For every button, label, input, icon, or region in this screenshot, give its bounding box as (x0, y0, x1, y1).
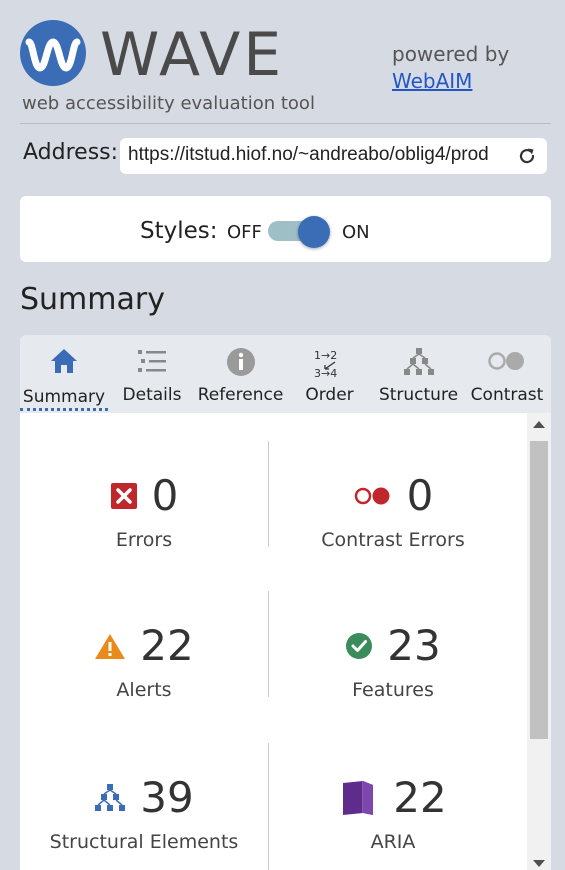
alerts-label: Alerts (116, 679, 172, 701)
summary-content: 0 Errors 0 Contrast Errors 22 Alerts 23 … (20, 413, 527, 870)
tab-label: Order (305, 385, 354, 405)
contrast-errors-label: Contrast Errors (321, 529, 465, 551)
contrast-icon (488, 352, 524, 370)
structure-icon (95, 784, 126, 811)
header-divider (20, 123, 551, 124)
tab-label: Summary (20, 387, 108, 411)
tab-label: Reference (197, 385, 284, 405)
scroll-down-arrow-icon[interactable] (533, 860, 545, 867)
logo-text: WAVE (100, 20, 285, 90)
structural-stat[interactable]: 39 Structural Elements (20, 773, 268, 853)
content-scrollbar[interactable] (527, 413, 551, 870)
tab-contrast[interactable]: Contrast (463, 335, 551, 413)
address-label: Address: (23, 140, 119, 165)
features-stat[interactable]: 23 Features (269, 621, 517, 701)
contrast-errors-count: 0 (406, 471, 434, 520)
styles-toggle-knob[interactable] (298, 216, 330, 248)
powered-by-text: powered by (392, 42, 510, 66)
home-icon (51, 349, 77, 373)
tab-summary[interactable]: Summary (20, 335, 108, 413)
tab-reference[interactable]: Reference (196, 335, 285, 413)
scroll-thumb[interactable] (530, 441, 548, 739)
tab-structure[interactable]: Structure (374, 335, 463, 413)
errors-label: Errors (115, 529, 173, 551)
address-box: https://itstud.hiof.no/~andreabo/oblig4/… (120, 138, 547, 174)
webaim-link[interactable]: WebAIM (392, 69, 472, 93)
aria-label: ARIA (370, 831, 416, 853)
refresh-icon[interactable] (517, 146, 537, 166)
contrast-error-icon (354, 487, 390, 505)
page-title: Summary (20, 282, 165, 317)
order-icon: 1→2 3→4 (314, 349, 337, 379)
list-icon (138, 350, 166, 372)
styles-off-label: OFF (227, 222, 262, 243)
tab-label: Contrast (470, 385, 544, 405)
error-icon (110, 483, 137, 509)
features-count: 23 (387, 621, 441, 670)
structural-label: Structural Elements (49, 831, 239, 853)
tab-details[interactable]: Details (108, 335, 196, 413)
structural-count: 39 (140, 773, 194, 822)
alerts-count: 22 (140, 621, 194, 670)
styles-label: Styles: (140, 218, 218, 244)
tab-order[interactable]: 1→2 3→4 Order (285, 335, 374, 413)
header: WAVE web accessibility evaluation tool p… (0, 0, 565, 122)
structure-icon (403, 348, 434, 375)
tab-label: Details (122, 385, 182, 405)
address-input[interactable]: https://itstud.hiof.no/~andreabo/oblig4/… (128, 144, 508, 168)
errors-stat[interactable]: 0 Errors (20, 471, 268, 551)
info-icon (226, 348, 255, 376)
scroll-up-arrow-icon[interactable] (533, 421, 545, 428)
svg-text:1→2: 1→2 (314, 349, 337, 362)
aria-stat[interactable]: 22 ARIA (269, 773, 517, 853)
alert-icon (95, 634, 126, 659)
styles-panel: Styles: OFF ON (20, 196, 551, 262)
features-label: Features (352, 679, 434, 701)
aria-icon (343, 781, 374, 815)
logo-tagline: web accessibility evaluation tool (22, 93, 315, 114)
aria-count: 22 (393, 773, 447, 822)
tab-label: Structure (378, 385, 459, 405)
wave-logo-icon (20, 20, 86, 86)
feature-check-icon (346, 633, 373, 659)
tab-bar: Summary Details Reference 1→2 3→4 Order (20, 335, 551, 413)
styles-on-label: ON (342, 222, 370, 243)
svg-text:3→4: 3→4 (314, 367, 337, 379)
errors-count: 0 (151, 471, 179, 520)
contrast-errors-stat[interactable]: 0 Contrast Errors (269, 471, 517, 551)
alerts-stat[interactable]: 22 Alerts (20, 621, 268, 701)
